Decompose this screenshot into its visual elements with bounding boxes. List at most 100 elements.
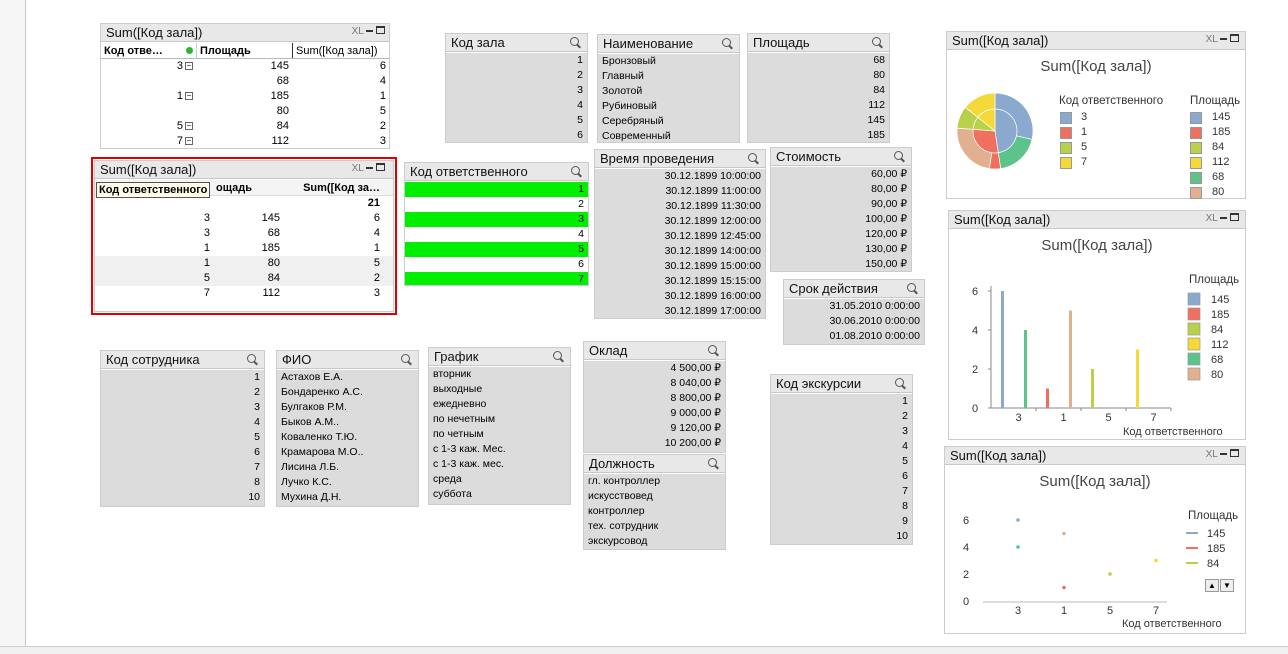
list-item[interactable]: по нечетным: [429, 412, 570, 427]
table-row[interactable]: 80 5: [101, 104, 389, 119]
list-item[interactable]: Современный: [598, 129, 739, 142]
table-row[interactable]: 5 84 2: [95, 271, 393, 286]
minimize-icon[interactable]: [366, 30, 374, 33]
pie-chart-object[interactable]: Sum([Код зала]) XL Sum([Код зала]) Код о…: [946, 31, 1246, 199]
list-item[interactable]: с 1-3 каж. мес.: [429, 457, 570, 472]
table-row[interactable]: 5− 84 2: [101, 119, 389, 134]
scatter-chart-object[interactable]: Sum([Код зала]) XL Sum([Код зала]) 02463…: [944, 446, 1246, 634]
search-icon[interactable]: [708, 345, 717, 354]
list-item[interactable]: 6: [446, 128, 587, 142]
list-item[interactable]: 1: [101, 370, 264, 385]
list-item[interactable]: среда: [429, 472, 570, 487]
list-item[interactable]: 5: [101, 430, 264, 445]
list-item[interactable]: 30.12.1899 14:00:00: [595, 244, 765, 259]
column-header-sum[interactable]: Sum([Код за…: [283, 180, 383, 195]
list-item[interactable]: 3: [771, 424, 912, 439]
table-row[interactable]: 7− 112 3: [101, 134, 389, 148]
search-icon[interactable]: [894, 151, 903, 160]
list-item[interactable]: 145: [748, 113, 889, 128]
list-item[interactable]: 6: [405, 257, 588, 272]
list-item[interactable]: 8 800,00 ₽: [584, 391, 725, 406]
list-item[interactable]: 7: [405, 272, 588, 285]
listbox-kod-sotr[interactable]: Код сотрудника 1 2 3 4 5 6 7 8 10: [100, 350, 265, 507]
table-row[interactable]: 3 145 6: [95, 211, 393, 226]
list-item[interactable]: Лучко К.С.: [277, 475, 418, 490]
list-item[interactable]: Булгаков Р.М.: [277, 400, 418, 415]
list-item[interactable]: 80,00 ₽: [771, 182, 911, 197]
list-item[interactable]: 30.12.1899 16:00:00: [595, 289, 765, 304]
minimize-icon[interactable]: [366, 167, 374, 170]
list-item[interactable]: Золотой: [598, 84, 739, 99]
list-item[interactable]: 30.12.1899 12:00:00: [595, 214, 765, 229]
column-header-plosh[interactable]: ощадь: [213, 180, 283, 195]
listbox-dolzh[interactable]: Должность гл. контроллер искусствовед контр…: [583, 454, 726, 550]
list-item[interactable]: 31.05.2010 0:00:00: [784, 299, 924, 314]
list-item[interactable]: 6: [101, 445, 264, 460]
list-item[interactable]: Астахов Е.А.: [277, 370, 418, 385]
search-icon[interactable]: [247, 354, 256, 363]
list-item[interactable]: 112: [748, 98, 889, 113]
search-icon[interactable]: [570, 37, 579, 46]
search-icon[interactable]: [748, 153, 757, 162]
list-item[interactable]: 84: [748, 83, 889, 98]
list-item[interactable]: 30.12.1899 15:00:00: [595, 259, 765, 274]
listbox-grafik[interactable]: График вторник выходные ежедневно по нечетны…: [428, 347, 571, 505]
list-item[interactable]: 2: [446, 68, 587, 83]
list-item[interactable]: контроллер: [584, 504, 725, 519]
list-item[interactable]: 7: [771, 484, 912, 499]
collapse-icon[interactable]: −: [185, 122, 193, 131]
table-row[interactable]: 1−185 1: [101, 89, 389, 104]
listbox-naim[interactable]: Наименование Бронзовый Главный Золотой Рубин…: [597, 34, 740, 143]
list-item[interactable]: 30.12.1899 15:15:00: [595, 274, 765, 289]
pivot-table-selected[interactable]: Sum([Код зала]) XL ощадь Sum([Код за… 21…: [91, 157, 397, 315]
list-item[interactable]: 5: [405, 242, 588, 257]
list-item[interactable]: 30.12.1899 11:30:00: [595, 199, 765, 214]
list-item[interactable]: 120,00 ₽: [771, 227, 911, 242]
listbox-srok[interactable]: Срок действия 31.05.2010 0:00:00 30.06.201…: [783, 279, 925, 345]
list-item[interactable]: 6: [771, 469, 912, 484]
list-item[interactable]: 3: [446, 83, 587, 98]
list-item[interactable]: 90,00 ₽: [771, 197, 911, 212]
list-item[interactable]: выходные: [429, 382, 570, 397]
list-item[interactable]: 8: [101, 475, 264, 490]
table-row[interactable]: 3 68 4: [95, 226, 393, 241]
column-header-kod[interactable]: Код отве…: [101, 43, 196, 58]
list-item[interactable]: 8 040,00 ₽: [584, 376, 725, 391]
list-item[interactable]: 1: [446, 53, 587, 68]
xl-export-icon[interactable]: XL: [352, 26, 364, 37]
list-item[interactable]: 2: [405, 197, 588, 212]
search-icon[interactable]: [895, 378, 904, 387]
search-icon[interactable]: [907, 283, 916, 292]
list-item[interactable]: 30.12.1899 17:00:00: [595, 304, 765, 318]
list-item[interactable]: Лисина Л.Б.: [277, 460, 418, 475]
list-item[interactable]: искусствовед: [584, 489, 725, 504]
table-row[interactable]: 1 80 5: [95, 256, 393, 271]
list-item[interactable]: с 1-3 каж. Мес.: [429, 442, 570, 457]
list-item[interactable]: 30.06.2010 0:00:00: [784, 314, 924, 329]
list-item[interactable]: 3: [405, 212, 588, 227]
search-icon[interactable]: [708, 458, 717, 467]
table-row[interactable]: 3− 145 6: [101, 59, 389, 74]
list-item[interactable]: 9 120,00 ₽: [584, 421, 725, 436]
list-item[interactable]: Бондаренко А.С.: [277, 385, 418, 400]
list-item[interactable]: 9: [771, 514, 912, 529]
listbox-kod-otv[interactable]: Код ответственного 1 2 3 4 5 6 7: [404, 162, 589, 286]
search-icon[interactable]: [401, 354, 410, 363]
listbox-kod-zala[interactable]: Код зала 1 2 3 4 5 6: [445, 33, 588, 143]
list-item[interactable]: Крамарова М.О..: [277, 445, 418, 460]
collapse-icon[interactable]: −: [185, 62, 193, 71]
search-icon[interactable]: [553, 351, 562, 360]
list-item[interactable]: Главный: [598, 69, 739, 84]
list-item[interactable]: 10: [771, 529, 912, 544]
list-item[interactable]: 2: [101, 385, 264, 400]
list-item[interactable]: 8: [771, 499, 912, 514]
list-item[interactable]: 9 000,00 ₽: [584, 406, 725, 421]
list-item[interactable]: 150,00 ₽: [771, 257, 911, 271]
search-icon[interactable]: [571, 166, 580, 175]
list-item[interactable]: 4: [405, 227, 588, 242]
list-item[interactable]: 185: [748, 128, 889, 142]
list-item[interactable]: 10: [101, 490, 264, 505]
column-header-sum[interactable]: Sum([Код зала]): [292, 43, 389, 58]
list-item[interactable]: 4: [101, 415, 264, 430]
listbox-kod-eks[interactable]: Код экскурсии 1 2 3 4 5 6 7 8 9 10: [770, 374, 913, 545]
